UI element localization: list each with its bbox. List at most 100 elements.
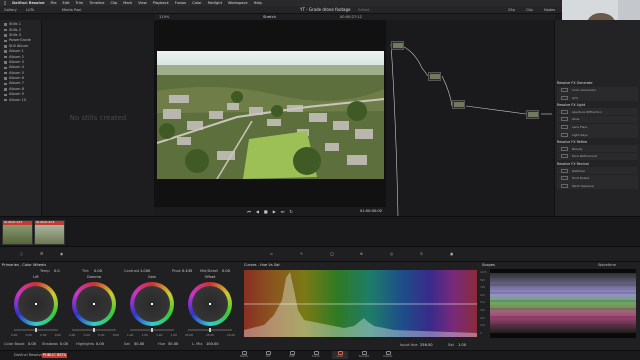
page-color[interactable]: Color	[332, 351, 348, 359]
fx-item[interactable]: Grid	[557, 94, 638, 102]
fx-item[interactable]: Lens Flare	[557, 123, 638, 131]
temp-value[interactable]: 0.0	[54, 269, 60, 274]
wheel-value[interactable]: 0.00	[98, 333, 104, 337]
page-media[interactable]: Media	[236, 351, 252, 359]
master-wheel-slider[interactable]	[14, 328, 58, 332]
media-pool-tab[interactable]: Media Pool	[62, 8, 81, 13]
blur-icon[interactable]: ◎	[390, 252, 393, 257]
wheel-value[interactable]: 25.00	[227, 333, 235, 337]
clip-mode[interactable]: Clip	[526, 8, 533, 13]
wheel-value[interactable]: 0.00	[55, 333, 61, 337]
highlights-value[interactable]: 0.00	[96, 342, 104, 347]
viewer-zoom[interactable]: 119%	[159, 15, 169, 20]
clip-thumbnail[interactable]: 01 00:01:14:5	[2, 220, 33, 245]
wheel-value[interactable]: 0.00	[11, 333, 17, 337]
fx-item[interactable]: Patch Replacer	[557, 182, 638, 190]
menu-edit[interactable]: Edit	[63, 1, 70, 5]
skip-back-icon[interactable]: ⏮	[247, 209, 251, 214]
wheel-value[interactable]: 1.00	[142, 333, 148, 337]
wheel-value[interactable]: 0.00	[26, 333, 32, 337]
menu-help[interactable]: Help	[254, 1, 262, 5]
nodes-label[interactable]: Nodes	[544, 8, 555, 13]
curves-icon[interactable]: ≈	[270, 252, 273, 257]
node-01[interactable]	[391, 41, 404, 50]
node-04[interactable]	[526, 110, 539, 119]
lum-mix-value[interactable]: 100.00	[206, 342, 219, 347]
node-02[interactable]	[428, 72, 441, 81]
wheels-mode-icon[interactable]: ○	[20, 252, 23, 257]
page-fairlight[interactable]: Fairlight	[356, 351, 372, 359]
menu-app-name[interactable]: DaVinci Resolve	[12, 1, 44, 5]
menu-file[interactable]: File	[51, 1, 57, 5]
menu-playback[interactable]: Playback	[153, 1, 169, 5]
fx-item[interactable]: Color Generator	[557, 86, 638, 94]
node-03[interactable]	[452, 100, 465, 109]
fx-item[interactable]: Deflicker	[557, 167, 638, 175]
fx-section-title[interactable]: Resolve FX Generate	[555, 80, 640, 86]
wheel-value[interactable]: 0.00	[84, 333, 90, 337]
fx-item[interactable]: Glow	[557, 115, 638, 123]
color-boost-value[interactable]: 0.00	[28, 342, 36, 347]
wheel-value[interactable]: 25.00	[206, 333, 214, 337]
menu-timeline[interactable]: Timeline	[89, 1, 104, 5]
menu-fairlight[interactable]: Fairlight	[208, 1, 222, 5]
fx-section-title[interactable]: Resolve FX Light	[555, 102, 640, 108]
wheel-value[interactable]: 1.00	[127, 333, 133, 337]
fx-item[interactable]: Dust Buster	[557, 174, 638, 182]
clip-name[interactable]: Stretch	[263, 15, 276, 20]
bars-mode-icon[interactable]: ☰	[40, 252, 43, 257]
wheel-value[interactable]: 0.00	[69, 333, 75, 337]
page-cut[interactable]: Cut	[260, 351, 276, 359]
color-wheel[interactable]	[188, 282, 232, 326]
color-wheel[interactable]	[72, 282, 116, 326]
menu-fusion[interactable]: Fusion	[175, 1, 187, 5]
contrast-value[interactable]: 1.000	[140, 269, 150, 274]
fx-item[interactable]: Beauty	[557, 145, 638, 153]
wheel-value[interactable]: 0.00	[113, 333, 119, 337]
album-item[interactable]: Album 10	[0, 97, 41, 102]
page-edit[interactable]: Edit	[284, 351, 300, 359]
wheel-puck[interactable]	[93, 303, 95, 305]
fx-item[interactable]: Face Refinement	[557, 152, 638, 160]
master-wheel-slider[interactable]	[188, 328, 232, 332]
page-fusion[interactable]: Fusion	[308, 351, 324, 359]
menu-color[interactable]: Color	[192, 1, 201, 5]
fx-section-title[interactable]: Resolve FX Revival	[555, 161, 640, 167]
input-hue-value[interactable]: 256.00	[420, 343, 433, 348]
scope-mode[interactable]: Waveform	[598, 263, 616, 268]
tracker-icon[interactable]: ⊕	[360, 252, 363, 257]
menu-workspace[interactable]: Workspace	[228, 1, 248, 5]
fx-section-title[interactable]: Resolve FX Refine	[555, 139, 640, 145]
stop-icon[interactable]: ■	[264, 209, 268, 214]
log-mode-icon[interactable]: ◉	[60, 252, 63, 257]
menu-trim[interactable]: Trim	[76, 1, 84, 5]
play-icon[interactable]: ▶	[273, 209, 276, 214]
key-icon[interactable]: ⚿	[420, 252, 423, 257]
skip-forward-icon[interactable]: ⏭	[281, 209, 285, 214]
gallery-tab[interactable]: Gallery	[4, 8, 17, 13]
color-wheel[interactable]	[14, 282, 58, 326]
color-wheel[interactable]	[130, 282, 174, 326]
tint-value[interactable]: 0.00	[94, 269, 102, 274]
fx-item[interactable]: Light Rays	[557, 131, 638, 139]
master-wheel-slider[interactable]	[130, 328, 174, 332]
luts-tab[interactable]: LUTs	[26, 8, 34, 13]
window-icon[interactable]: ◯	[330, 252, 334, 257]
sat-value[interactable]: 50.00	[134, 342, 144, 347]
menu-clip[interactable]: Clip	[110, 1, 117, 5]
hue-value[interactable]: 50.00	[168, 342, 178, 347]
fx-item[interactable]: Aperture Diffraction	[557, 108, 638, 116]
pivot-value[interactable]: 0.435	[182, 269, 192, 274]
shadows-value[interactable]: 0.00	[60, 342, 68, 347]
wheel-value[interactable]: 0.00	[40, 333, 46, 337]
clip-thumbnail[interactable]: 02 00:01:22:9	[34, 220, 65, 245]
sizing-icon[interactable]: ▣	[450, 252, 453, 257]
wheel-value[interactable]: 1.00	[171, 333, 177, 337]
menu-view[interactable]: View	[138, 1, 147, 5]
page-deliver[interactable]: Deliver	[380, 351, 396, 359]
hue-vs-sat-graph[interactable]	[244, 270, 477, 337]
qualifier-icon[interactable]: ✎	[300, 252, 303, 257]
mid-detail-value[interactable]: 0.00	[222, 269, 230, 274]
curve-sat-value[interactable]: 1.00	[458, 343, 466, 348]
wheel-value[interactable]: 1.00	[156, 333, 162, 337]
